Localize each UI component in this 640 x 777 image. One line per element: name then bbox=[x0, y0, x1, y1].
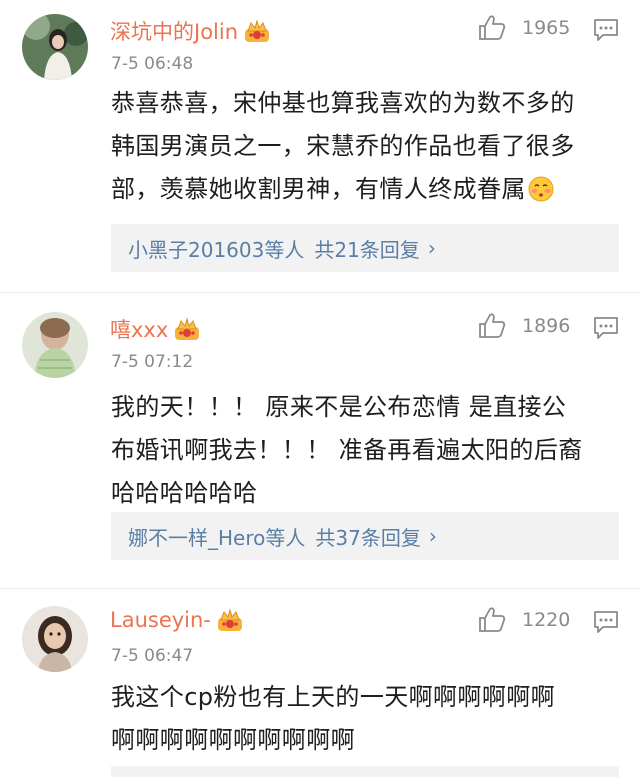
content-line: 布婚讯啊我去！！！ 准备再看遍太阳的后裔 bbox=[111, 436, 583, 464]
blushing-face-icon bbox=[528, 176, 554, 202]
reply-count[interactable]: 共21条回复 bbox=[314, 234, 419, 263]
content-line: 啊啊啊啊啊啊啊啊啊啊 bbox=[111, 726, 355, 754]
reply-button[interactable] bbox=[593, 316, 619, 344]
comment-time: 7-5 06:48 bbox=[111, 54, 194, 74]
content-line-text: 部，羡慕她收割男神，有情人终成眷属 bbox=[111, 175, 526, 203]
username-text[interactable]: 深坑中的Jolin bbox=[110, 16, 238, 46]
comment-time: 7-5 07:12 bbox=[111, 352, 194, 372]
avatar[interactable] bbox=[22, 606, 88, 672]
like-count: 1220 bbox=[522, 608, 571, 631]
replies-link[interactable]: 娜不一样_Hero等人 共37条回复 › bbox=[111, 512, 619, 560]
content-line: 哈哈哈哈哈哈 bbox=[111, 479, 258, 507]
avatar[interactable] bbox=[22, 312, 88, 378]
comment-icon[interactable] bbox=[593, 316, 619, 340]
comment-item: 深坑中的Jolin 7-5 06:48 1965 恭喜恭喜，宋仲基也算我喜欢的为… bbox=[0, 0, 640, 292]
username-text[interactable]: Lauseyin- bbox=[110, 608, 211, 632]
username[interactable]: 深坑中的Jolin bbox=[110, 16, 270, 46]
reply-count[interactable]: 共37条回复 bbox=[315, 522, 420, 551]
reply-users[interactable]: 娜不一样_Hero等人 bbox=[128, 522, 305, 551]
chevron-right-icon[interactable]: › bbox=[429, 524, 437, 548]
content-line: 我这个cp粉也有上天的一天啊啊啊啊啊啊 bbox=[111, 683, 556, 711]
content-line: 恭喜恭喜，宋仲基也算我喜欢的为数不多的 bbox=[111, 89, 575, 117]
comment-time: 7-5 06:47 bbox=[111, 646, 194, 666]
divider bbox=[0, 588, 640, 589]
crown-badge-icon bbox=[244, 19, 270, 43]
avatar[interactable] bbox=[22, 14, 88, 80]
username[interactable]: 嘻xxx bbox=[110, 314, 200, 344]
crown-badge-icon bbox=[217, 608, 243, 632]
reply-users[interactable]: 小黑子201603等人 bbox=[128, 234, 304, 263]
reply-button[interactable] bbox=[593, 610, 619, 638]
comment-content: 我这个cp粉也有上天的一天啊啊啊啊啊啊 啊啊啊啊啊啊啊啊啊啊 bbox=[111, 676, 621, 762]
like-count: 1965 bbox=[522, 16, 571, 39]
like-count: 1896 bbox=[522, 314, 571, 337]
divider bbox=[0, 292, 640, 293]
content-line: 韩国男演员之一，宋慧乔的作品也看了很多 bbox=[111, 132, 575, 160]
content-line: 我的天！！！ 原来不是公布恋情 是直接公 bbox=[111, 393, 567, 421]
comment-content: 恭喜恭喜，宋仲基也算我喜欢的为数不多的 韩国男演员之一，宋慧乔的作品也看了很多 … bbox=[111, 82, 621, 211]
thumbs-up-icon[interactable] bbox=[478, 606, 506, 633]
username-text[interactable]: 嘻xxx bbox=[110, 314, 168, 344]
comment-item: Lauseyin- 7-5 06:47 1220 我这个cp粉也有上天的一天啊啊… bbox=[0, 592, 640, 777]
comment-content: 我的天！！！ 原来不是公布恋情 是直接公 布婚讯啊我去！！！ 准备再看遍太阳的后… bbox=[111, 386, 621, 515]
reply-button[interactable] bbox=[593, 18, 619, 46]
comment-icon[interactable] bbox=[593, 18, 619, 42]
like-button[interactable]: 1220 bbox=[478, 606, 570, 633]
like-button[interactable]: 1896 bbox=[478, 312, 570, 339]
replies-link-partial[interactable] bbox=[111, 766, 619, 777]
comment-item: 嘻xxx 7-5 07:12 1896 我的天！！！ 原来不是公布恋情 是直接公 bbox=[0, 298, 640, 588]
chevron-right-icon[interactable]: › bbox=[428, 236, 436, 260]
like-button[interactable]: 1965 bbox=[478, 14, 570, 41]
content-line: 部，羡慕她收割男神，有情人终成眷属 bbox=[111, 168, 621, 211]
thumbs-up-icon[interactable] bbox=[478, 312, 506, 339]
thumbs-up-icon[interactable] bbox=[478, 14, 506, 41]
username[interactable]: Lauseyin- bbox=[110, 608, 243, 632]
comment-icon[interactable] bbox=[593, 610, 619, 634]
replies-link[interactable]: 小黑子201603等人 共21条回复 › bbox=[111, 224, 619, 272]
crown-badge-icon bbox=[174, 317, 200, 341]
